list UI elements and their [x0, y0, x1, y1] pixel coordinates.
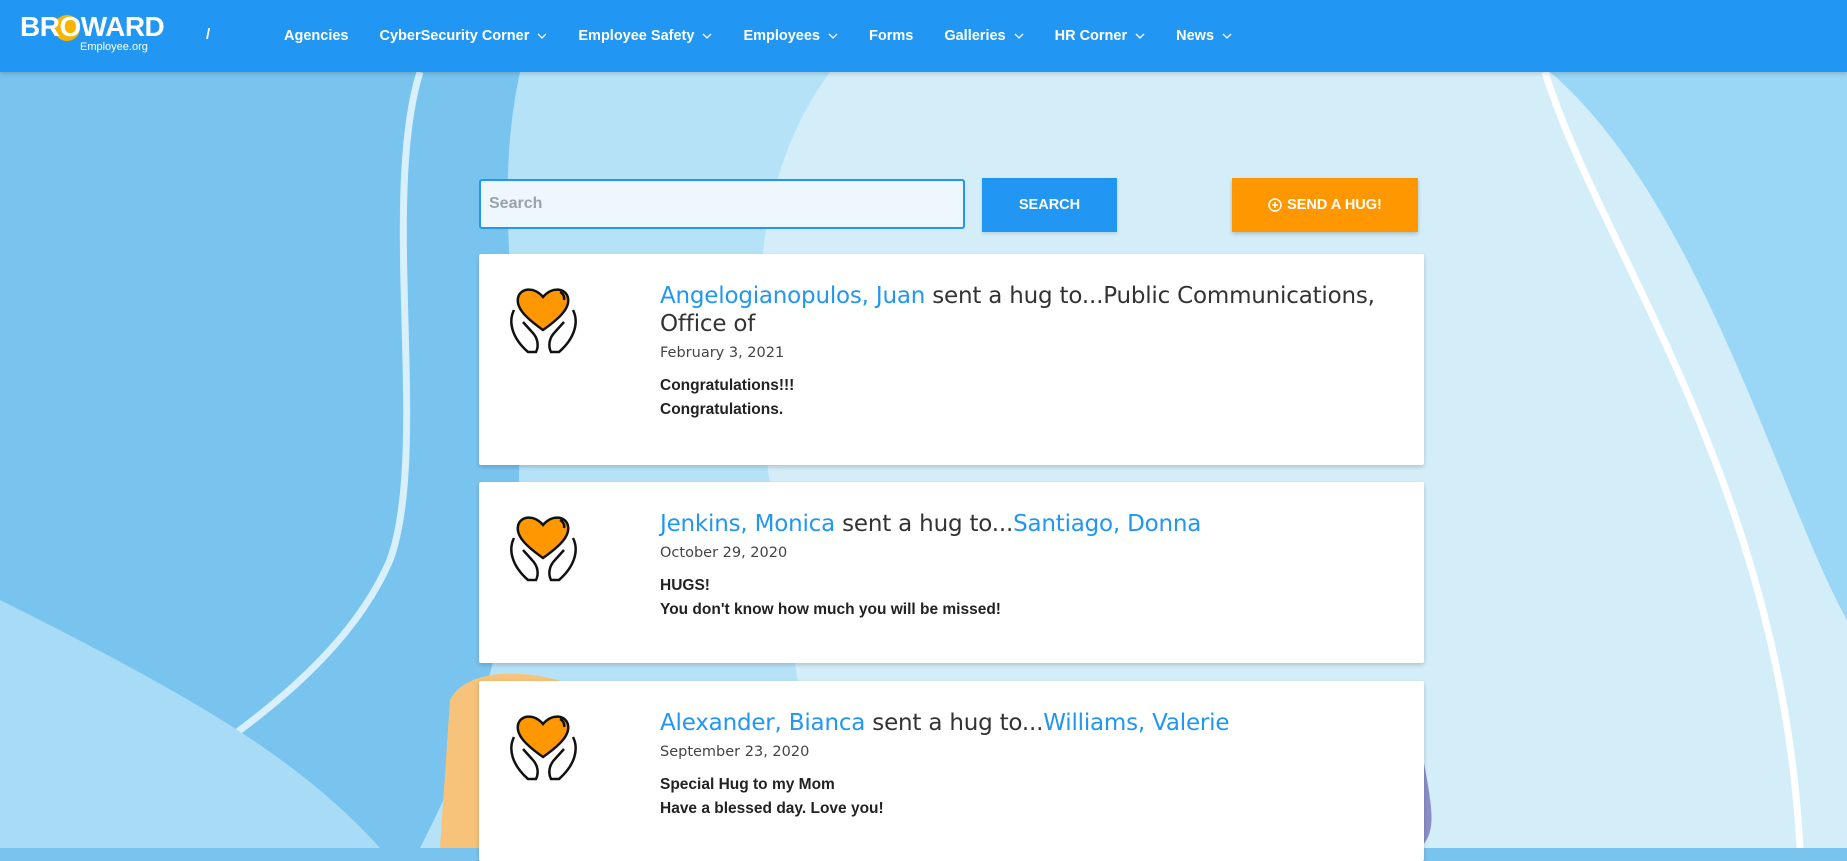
logo-subtext: Employee.org — [80, 41, 148, 53]
hug-body: Congratulations. — [660, 401, 784, 418]
send-hug-label: SEND A HUG! — [1287, 197, 1382, 213]
nav-label: Employee Safety — [578, 28, 695, 44]
broward-logo[interactable]: BROWARD Employee.org — [20, 12, 165, 58]
top-navbar: BROWARD Employee.org / Agencies CyberSec… — [0, 0, 1847, 72]
nav-label: Forms — [869, 28, 914, 44]
hug-body: You don't know how much you will be miss… — [660, 601, 1001, 618]
recipient-link[interactable]: Williams, Valerie — [1043, 710, 1229, 736]
nav-employees[interactable]: Employees — [743, 28, 838, 44]
nav-agencies[interactable]: Agencies — [284, 28, 348, 44]
hug-card: Alexander, Bianca sent a hug to...Willia… — [479, 681, 1424, 861]
nav-hr-corner[interactable]: HR Corner — [1055, 28, 1146, 44]
nav-label: News — [1176, 28, 1215, 44]
hug-subject: HUGS! — [660, 577, 710, 594]
hug-title: Jenkins, Monica sent a hug to...Santiago… — [660, 510, 1384, 538]
send-hug-button[interactable]: SEND A HUG! — [1232, 178, 1418, 232]
hug-card: Angelogianopulos, Juan sent a hug to...P… — [479, 254, 1424, 465]
hug-body: Have a blessed day. Love you! — [660, 800, 884, 817]
hug-title: Alexander, Bianca sent a hug to...Willia… — [660, 709, 1384, 737]
sender-link[interactable]: Jenkins, Monica — [660, 511, 835, 537]
nav-label: Galleries — [944, 28, 1006, 44]
nav-galleries[interactable]: Galleries — [944, 28, 1024, 44]
recipient-link[interactable]: Santiago, Donna — [1013, 511, 1201, 537]
hug-date: October 29, 2020 — [660, 545, 788, 561]
plus-circle-icon — [1268, 198, 1282, 212]
nav-label: CyberSecurity Corner — [379, 28, 530, 44]
chevron-down-icon — [1135, 33, 1145, 39]
logo-text: BROWARD — [20, 11, 165, 42]
nav-news[interactable]: News — [1176, 28, 1232, 44]
sender-link[interactable]: Angelogianopulos, Juan — [660, 283, 925, 309]
hug-content: Angelogianopulos, Juan sent a hug to...P… — [660, 282, 1384, 422]
hug-message: Special Hug to my Mom Have a blessed day… — [660, 773, 1384, 821]
search-button[interactable]: SEARCH — [982, 178, 1117, 232]
nav-label: HR Corner — [1054, 28, 1128, 44]
chevron-down-icon — [1222, 33, 1232, 39]
hug-date: February 3, 2021 — [660, 345, 785, 361]
search-input[interactable] — [479, 179, 965, 229]
nav-cybersecurity-corner[interactable]: CyberSecurity Corner — [379, 28, 547, 44]
hug-date: September 23, 2020 — [660, 744, 810, 760]
hug-verb: sent a hug to... — [925, 283, 1104, 309]
hug-content: Jenkins, Monica sent a hug to...Santiago… — [660, 510, 1384, 622]
chevron-down-icon — [537, 33, 547, 39]
heart-hands-icon — [510, 715, 577, 781]
chevron-down-icon — [1014, 33, 1024, 39]
nav-employee-safety[interactable]: Employee Safety — [578, 28, 712, 44]
breadcrumb-separator: / — [206, 26, 211, 43]
hug-verb: sent a hug to... — [865, 710, 1044, 736]
chevron-down-icon — [702, 33, 712, 39]
hug-content: Alexander, Bianca sent a hug to...Willia… — [660, 709, 1384, 821]
hug-subject: Special Hug to my Mom — [660, 776, 835, 793]
main-nav: Agencies CyberSecurity Corner Employee S… — [284, 0, 1263, 72]
sender-link[interactable]: Alexander, Bianca — [660, 710, 865, 736]
hug-message: HUGS! You don't know how much you will b… — [660, 574, 1384, 622]
hug-subject: Congratulations!!! — [660, 377, 795, 394]
nav-label: Employees — [743, 28, 821, 44]
heart-hands-icon — [510, 516, 577, 582]
hug-card: Jenkins, Monica sent a hug to...Santiago… — [479, 482, 1424, 663]
hug-verb: sent a hug to... — [835, 511, 1014, 537]
hug-message: Congratulations!!! Congratulations. — [660, 374, 1384, 422]
chevron-down-icon — [828, 33, 838, 39]
hug-title: Angelogianopulos, Juan sent a hug to...P… — [660, 282, 1384, 338]
search-button-label: SEARCH — [1018, 197, 1081, 213]
heart-hands-icon — [510, 288, 577, 354]
nav-forms[interactable]: Forms — [869, 28, 913, 44]
nav-label: Agencies — [284, 28, 349, 44]
